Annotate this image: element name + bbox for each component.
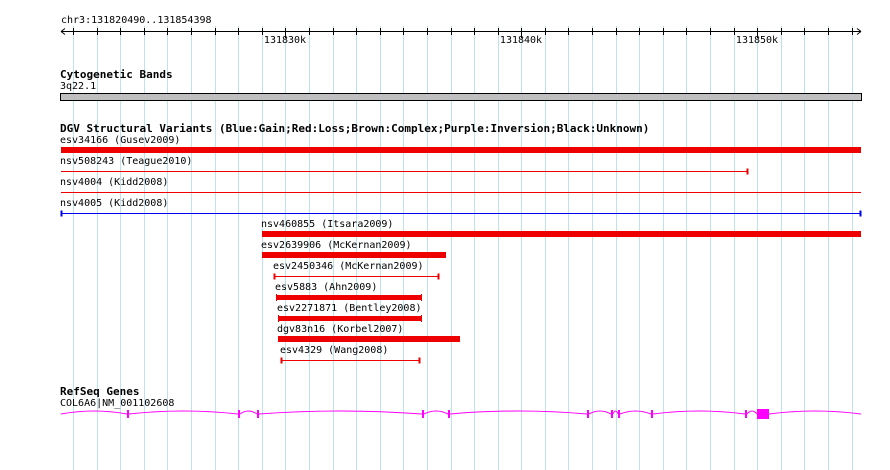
- gene-exon[interactable]: [448, 410, 450, 418]
- variant-glyph[interactable]: [0, 314, 890, 324]
- gene-exon[interactable]: [757, 409, 769, 419]
- variant-glyph[interactable]: [0, 230, 890, 240]
- col6a6-gene-model[interactable]: [0, 400, 890, 430]
- gene-exon[interactable]: [587, 410, 589, 418]
- variant-glyph[interactable]: [0, 272, 890, 282]
- variant-glyph[interactable]: [0, 209, 890, 219]
- gene-exon[interactable]: [257, 410, 259, 418]
- gene-exon[interactable]: [127, 410, 129, 418]
- variant-glyph[interactable]: [0, 251, 890, 261]
- variant-bar[interactable]: [276, 295, 422, 300]
- gene-exon[interactable]: [611, 410, 613, 418]
- ruler-tick-label: 131850k: [735, 35, 779, 46]
- variant-glyph[interactable]: [0, 146, 890, 156]
- variant-glyph[interactable]: [0, 356, 890, 366]
- variant-bar[interactable]: [61, 147, 861, 153]
- refseq-track-title: RefSeq Genes: [60, 385, 140, 398]
- gene-exon[interactable]: [745, 410, 747, 418]
- variant-bar[interactable]: [278, 336, 460, 342]
- variant-bar[interactable]: [278, 316, 422, 321]
- ruler-tick-label: 131840k: [499, 35, 543, 46]
- cytoband-bar[interactable]: [60, 93, 862, 101]
- variant-bar[interactable]: [262, 252, 446, 258]
- cytoband-track-title: Cytogenetic Bands: [60, 68, 173, 81]
- variant-glyph[interactable]: [0, 335, 890, 345]
- variant-glyph[interactable]: [0, 188, 890, 198]
- variant-glyph[interactable]: [0, 167, 890, 177]
- cytoband-label[interactable]: 3q22.1: [60, 81, 96, 93]
- variant-glyph[interactable]: [0, 293, 890, 303]
- genome-browser-view: chr3:131820490..131854398 131830k 131840k…: [0, 0, 890, 470]
- gene-exon[interactable]: [238, 410, 240, 418]
- gene-intron-line: [60, 410, 862, 415]
- gene-exon[interactable]: [618, 410, 620, 418]
- gene-exon[interactable]: [422, 410, 424, 418]
- gene-exon[interactable]: [651, 410, 653, 418]
- variant-bar[interactable]: [262, 231, 861, 237]
- ruler-tick-label: 131830k: [263, 35, 307, 46]
- dgv-track-title: DGV Structural Variants (Blue:Gain;Red:L…: [60, 122, 650, 135]
